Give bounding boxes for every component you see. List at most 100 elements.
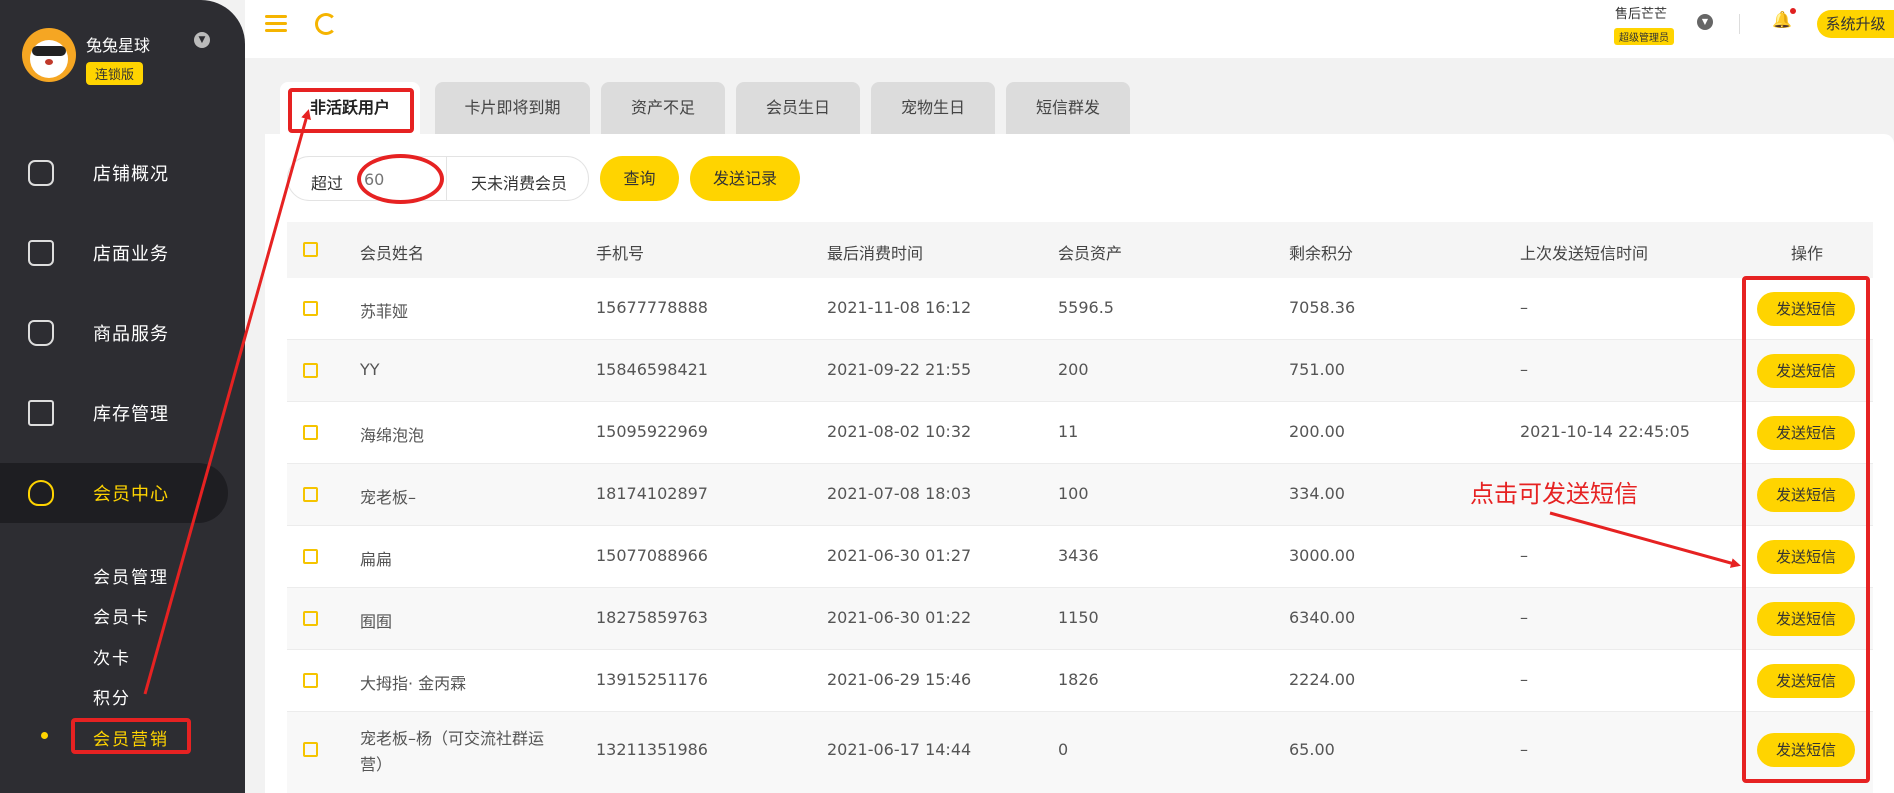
last-sms-time: – [1520, 740, 1528, 759]
user-name[interactable]: 售后芒芒 [1615, 3, 1667, 22]
last-sms-time: – [1520, 670, 1528, 689]
table-row: 海绵泡泡 15095922969 2021-08-02 10:32 11 200… [287, 402, 1873, 464]
row-checkbox[interactable] [303, 363, 318, 378]
send-sms-button[interactable]: 发送短信 [1757, 416, 1855, 450]
sidebar-item-label: 店面业务 [93, 244, 169, 265]
member-assets: 1150 [1058, 608, 1099, 627]
remaining-points: 7058.36 [1289, 298, 1356, 317]
sidebar-item-goods-service[interactable]: 商品服务 [0, 303, 245, 363]
sidebar-item-label: 店铺概况 [93, 164, 169, 185]
member-phone: 18174102897 [596, 484, 708, 503]
tab-member-birthday[interactable]: 会员生日 [736, 82, 860, 134]
subnav-member-card[interactable]: 会员卡 [93, 603, 150, 628]
table-row: 囿囿 18275859763 2021-06-30 01:22 1150 634… [287, 588, 1873, 650]
send-sms-button[interactable]: 发送短信 [1757, 602, 1855, 636]
member-assets: 200 [1058, 360, 1089, 379]
last-purchase-time: 2021-07-08 18:03 [827, 484, 972, 503]
tab-sms-broadcast[interactable]: 短信群发 [1006, 82, 1130, 134]
last-sms-time: – [1520, 298, 1528, 317]
member-assets: 11 [1058, 422, 1079, 441]
avatar[interactable] [22, 28, 76, 82]
table-row: 大拇指· 金丙霖 13915251176 2021-06-29 15:46 18… [287, 650, 1873, 712]
last-sms-time: – [1520, 360, 1528, 379]
row-checkbox[interactable] [303, 673, 318, 688]
tab-low-assets[interactable]: 资产不足 [601, 82, 725, 134]
last-sms-time: – [1520, 608, 1528, 627]
user-headset-icon [28, 480, 54, 506]
subnav-times-card[interactable]: 次卡 [93, 644, 131, 669]
chevron-down-icon[interactable]: ▼ [1697, 14, 1713, 30]
send-sms-button[interactable]: 发送短信 [1757, 292, 1855, 326]
member-phone: 13211351986 [596, 740, 708, 759]
query-button[interactable]: 查询 [600, 156, 679, 201]
member-name: 大拇指· 金丙霖 [360, 674, 467, 693]
member-name: 海绵泡泡 [360, 426, 425, 445]
sidebar-item-member-center[interactable]: 会员中心 [0, 463, 228, 523]
tab-cards-expiring[interactable]: 卡片即将到期 [435, 82, 590, 134]
send-history-button[interactable]: 发送记录 [690, 156, 800, 201]
table-row: 宠老板–杨（可交流社群运营） 13211351986 2021-06-17 14… [287, 712, 1873, 793]
select-all-checkbox[interactable] [303, 242, 318, 257]
member-phone: 13915251176 [596, 670, 708, 689]
system-upgrade-button[interactable]: 系统升级 [1817, 10, 1894, 38]
last-purchase-time: 2021-08-02 10:32 [827, 422, 972, 441]
last-purchase-time: 2021-06-29 15:46 [827, 670, 972, 689]
sidebar-item-label: 商品服务 [93, 324, 169, 345]
send-sms-button[interactable]: 发送短信 [1757, 354, 1855, 388]
active-indicator-dot [41, 732, 48, 739]
row-checkbox[interactable] [303, 301, 318, 316]
member-name: 宠老板–杨（可交流社群运营） [360, 729, 545, 774]
last-purchase-time: 2021-06-30 01:22 [827, 608, 972, 627]
table-row: YY 15846598421 2021-09-22 21:55 200 751.… [287, 340, 1873, 402]
send-sms-button[interactable]: 发送短信 [1757, 733, 1855, 767]
column-header-actions: 操作 [1791, 244, 1824, 263]
remaining-points: 2224.00 [1289, 670, 1356, 689]
member-name: 扁扁 [360, 550, 393, 569]
table-header: 会员姓名 手机号 最后消费时间 会员资产 剩余积分 上次发送短信时间 操作 [287, 222, 1873, 278]
inactive-days-filter: 超过 天未消费会员 [287, 156, 589, 201]
member-assets: 3436 [1058, 546, 1099, 565]
sidebar-item-store-overview[interactable]: 店铺概况 [0, 143, 245, 203]
send-sms-button[interactable]: 发送短信 [1757, 478, 1855, 512]
row-checkbox[interactable] [303, 742, 318, 757]
member-name: 苏菲娅 [360, 302, 409, 321]
row-checkbox[interactable] [303, 611, 318, 626]
sidebar-item-label: 会员中心 [93, 484, 169, 505]
tab-inactive-users[interactable]: 非活跃用户 [280, 82, 420, 134]
member-name: 囿囿 [360, 612, 393, 631]
member-assets: 1826 [1058, 670, 1099, 689]
bell-icon[interactable]: 🔔 [1772, 10, 1792, 30]
tab-pet-birthday[interactable]: 宠物生日 [871, 82, 995, 134]
subnav-member-management[interactable]: 会员管理 [93, 563, 169, 588]
remaining-points: 200.00 [1289, 422, 1345, 441]
inactive-days-input[interactable] [364, 162, 434, 196]
menu-icon[interactable] [265, 15, 287, 33]
member-assets: 5596.5 [1058, 298, 1114, 317]
divider [446, 157, 447, 200]
remaining-points: 751.00 [1289, 360, 1345, 379]
subnav-member-marketing[interactable]: 会员营销 [93, 725, 169, 750]
remaining-points: 3000.00 [1289, 546, 1356, 565]
sidebar-item-inventory[interactable]: 库存管理 [0, 383, 245, 443]
last-purchase-time: 2021-06-30 01:27 [827, 546, 972, 565]
subnav-points[interactable]: 积分 [93, 684, 131, 709]
member-assets: 0 [1058, 740, 1069, 759]
monitor-icon [28, 160, 54, 186]
last-purchase-time: 2021-06-17 14:44 [827, 740, 972, 759]
send-sms-button[interactable]: 发送短信 [1757, 664, 1855, 698]
send-sms-button[interactable]: 发送短信 [1757, 540, 1855, 574]
refresh-icon[interactable] [315, 13, 337, 35]
table-row: 扁扁 15077088966 2021-06-30 01:27 3436 300… [287, 526, 1873, 588]
member-phone: 18275859763 [596, 608, 708, 627]
sidebar-item-store-business[interactable]: 店面业务 [0, 223, 245, 283]
chevron-down-icon[interactable]: ▼ [194, 32, 210, 48]
row-checkbox[interactable] [303, 549, 318, 564]
avatar-nose [45, 59, 53, 65]
column-header-last-sms: 上次发送短信时间 [1520, 244, 1649, 263]
row-checkbox[interactable] [303, 425, 318, 440]
row-checkbox[interactable] [303, 487, 318, 502]
column-header-assets: 会员资产 [1058, 244, 1123, 263]
table-row: 苏菲娅 15677778888 2021-11-08 16:12 5596.5 … [287, 278, 1873, 340]
brand-name: 兔兔星球 [86, 36, 151, 55]
member-phone: 15077088966 [596, 546, 708, 565]
